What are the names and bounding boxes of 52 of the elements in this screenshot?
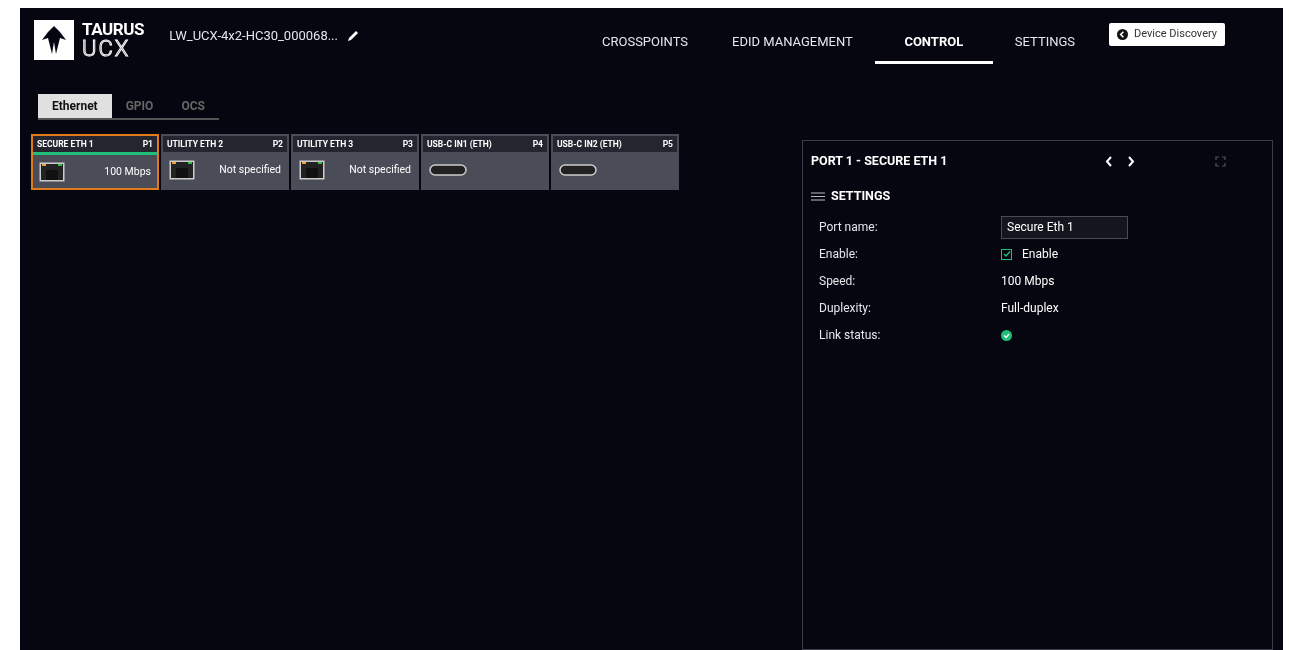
nav-tab[interactable]: SETTINGS (992, 22, 1098, 64)
nav-tab[interactable]: CONTROL (874, 22, 993, 64)
subtab[interactable]: GPIO (111, 94, 168, 118)
section-title: SETTINGS (831, 187, 891, 205)
enable-checkbox[interactable]: Enable (1001, 245, 1058, 264)
subtab[interactable]: Ethernet (38, 94, 112, 118)
usb-c-port-icon (429, 164, 467, 176)
port-card[interactable]: SECURE ETH 1 P1 100 Mbps (31, 134, 159, 190)
ethernet-port-icon (299, 160, 325, 180)
nav-tab[interactable]: EDID MANAGEMENT (710, 22, 875, 64)
port-number: P2 (272, 137, 283, 151)
logo-icon (34, 20, 74, 60)
logo-text: TAURUS (82, 20, 145, 38)
sliders-icon (811, 190, 825, 202)
pencil-icon[interactable] (346, 28, 360, 43)
field-label: Enable: (819, 246, 859, 264)
field-label: Speed: (819, 273, 857, 291)
port-card[interactable]: UTILITY ETH 3 P3 Not specified (291, 134, 419, 190)
port-number: P5 (662, 137, 673, 151)
port-card[interactable]: USB-C IN2 (ETH) P5 (551, 134, 679, 190)
device-name: LW_UCX-4x2-HC30_000068... (169, 27, 338, 45)
port-name: UTILITY ETH 3 (297, 137, 354, 151)
panel-title: PORT 1 - SECURE ETH 1 (811, 151, 948, 170)
port-card[interactable]: USB-C IN1 (ETH) P4 (421, 134, 549, 190)
field-label: Port name: (819, 219, 879, 237)
port-speed: Not specified (219, 162, 281, 178)
port-number: P4 (532, 137, 543, 151)
port-number: P1 (142, 137, 153, 151)
port-card[interactable]: UTILITY ETH 2 P2 Not specified (161, 134, 289, 190)
previous-icon[interactable] (1105, 155, 1113, 167)
field-label: Duplexity: (819, 300, 872, 318)
back-icon (1117, 29, 1129, 40)
ethernet-port-icon (39, 161, 65, 182)
check-icon (1002, 250, 1011, 259)
device-discovery-button[interactable]: Device Discovery (1109, 23, 1225, 46)
port-name: UTILITY ETH 2 (167, 137, 224, 151)
port-number: P3 (402, 137, 413, 151)
ethernet-port-icon (169, 160, 195, 180)
port-name: USB-C IN1 (ETH) (427, 137, 492, 151)
usb-c-port-icon (559, 164, 597, 176)
port-name-field[interactable]: Secure Eth 1 (1001, 215, 1128, 239)
field-value: 100 Mbps (1001, 273, 1055, 291)
port-name: USB-C IN2 (ETH) (557, 137, 622, 151)
nav-tab[interactable]: CROSSPOINTS (580, 22, 710, 64)
next-icon[interactable] (1127, 155, 1135, 167)
port-name: SECURE ETH 1 (37, 137, 94, 151)
field-label: Link status: (819, 327, 882, 345)
port-speed: 100 Mbps (104, 163, 151, 180)
port-speed: Not specified (349, 162, 411, 178)
field-value: Full-duplex (1001, 300, 1059, 318)
subtab[interactable]: OCS (167, 94, 219, 118)
logo-text: UCX (82, 37, 132, 60)
